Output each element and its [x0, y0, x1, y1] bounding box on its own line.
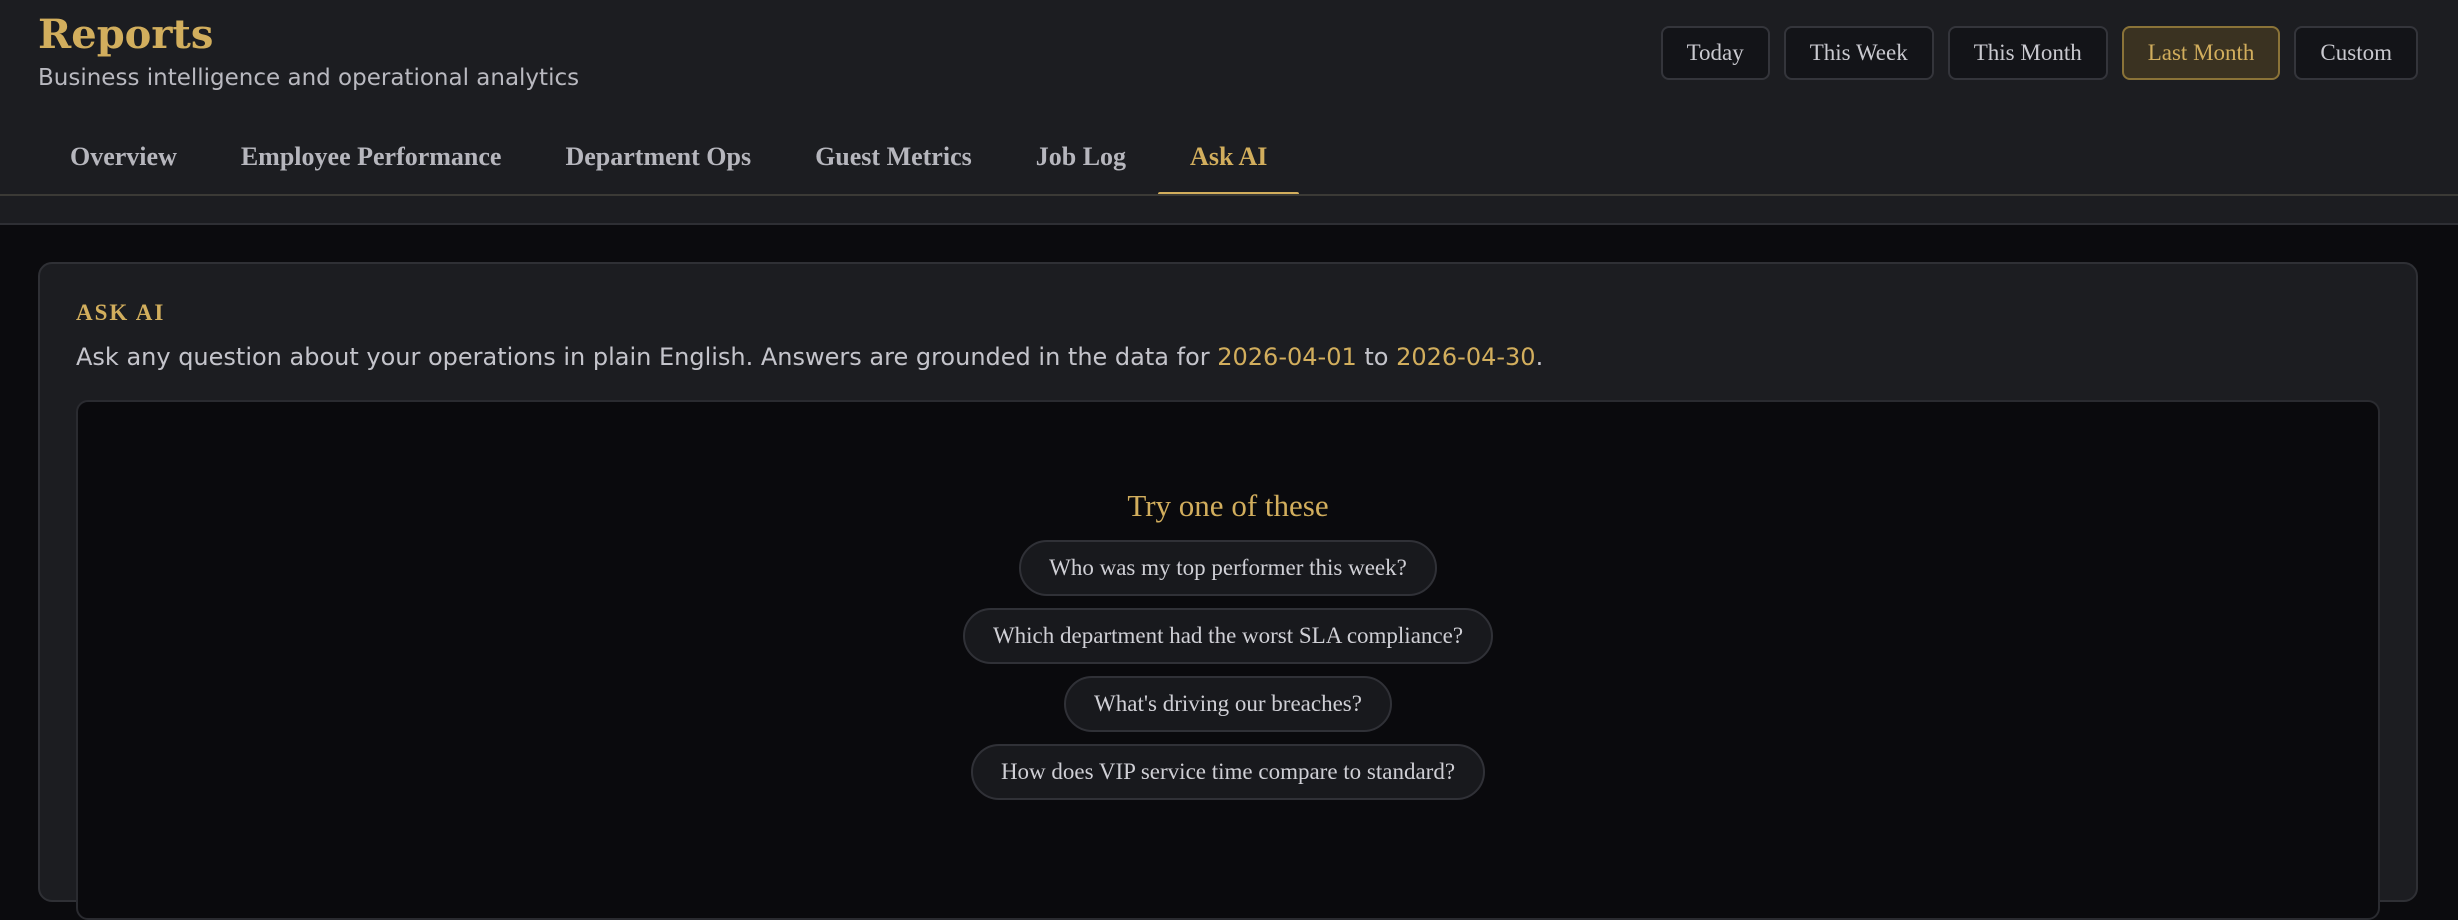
- date-to: 2026-04-30: [1396, 343, 1536, 371]
- date-range-selector: Today This Week This Month Last Month Cu…: [1660, 26, 2418, 80]
- section-label: ASK AI: [76, 300, 166, 325]
- tab-ask-ai[interactable]: Ask AI: [1158, 122, 1300, 196]
- tab-overview[interactable]: Overview: [38, 122, 209, 196]
- date-from: 2026-04-01: [1217, 343, 1357, 371]
- top-bar: Reports Business intelligence and operat…: [0, 0, 2458, 225]
- tab-guest-metrics[interactable]: Guest Metrics: [783, 122, 1004, 196]
- ask-ai-description: Ask any question about your operations i…: [76, 340, 1543, 374]
- range-custom-button[interactable]: Custom: [2294, 26, 2418, 80]
- chat-panel: Try one of these Who was my top performe…: [76, 400, 2380, 920]
- range-this-week-button[interactable]: This Week: [1783, 26, 1934, 80]
- tab-department-ops[interactable]: Department Ops: [533, 122, 783, 196]
- report-tabs: Overview Employee Performance Department…: [38, 122, 1300, 196]
- description-connector: to: [1356, 343, 1397, 371]
- suggestions-title: Try one of these: [1127, 488, 1329, 523]
- tab-employee-performance[interactable]: Employee Performance: [209, 122, 534, 196]
- page-subtitle: Business intelligence and operational an…: [38, 65, 580, 91]
- suggestion-chip[interactable]: How does VIP service time compare to sta…: [970, 744, 1486, 800]
- suggestion-chip[interactable]: What's driving our breaches?: [1064, 676, 1392, 732]
- description-text: Ask any question about your operations i…: [76, 343, 1218, 371]
- ask-ai-card: ASK AI Ask any question about your opera…: [38, 262, 2418, 920]
- tab-job-log[interactable]: Job Log: [1004, 122, 1158, 196]
- suggestion-chip[interactable]: Which department had the worst SLA compl…: [962, 608, 1494, 664]
- suggestions: Try one of these Who was my top performe…: [78, 486, 2378, 812]
- description-end: .: [1535, 343, 1544, 371]
- page-title: Reports: [38, 11, 214, 58]
- tabs-divider: [0, 194, 2458, 196]
- range-last-month-button[interactable]: Last Month: [2121, 26, 2281, 80]
- range-this-month-button[interactable]: This Month: [1947, 26, 2108, 80]
- range-today-button[interactable]: Today: [1660, 26, 1770, 80]
- suggestion-chip[interactable]: Who was my top performer this week?: [1019, 540, 1437, 596]
